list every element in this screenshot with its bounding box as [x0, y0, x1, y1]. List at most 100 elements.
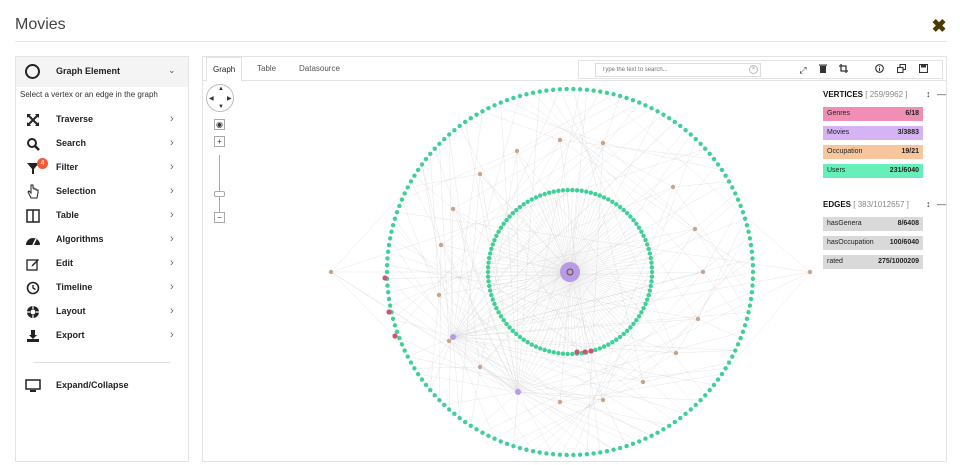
sidebar-item-algorithms[interactable]: Algorithms › [16, 229, 188, 251]
graph-edge [503, 271, 571, 321]
graph-edge [452, 336, 686, 415]
sidebar-header-graph-element[interactable]: Graph Element ⌄ [16, 57, 188, 87]
sidebar-item-timeline[interactable]: Timeline › [16, 277, 188, 299]
user-vertex [537, 89, 542, 94]
user-vertex [693, 402, 698, 408]
zoom-slider-handle[interactable] [214, 191, 225, 197]
collapse-minus-icon[interactable]: — [937, 199, 946, 209]
window-restore-icon[interactable] [895, 63, 907, 76]
pan-up-icon[interactable]: ▲ [218, 86, 224, 92]
vertices-legend-header: VERTICES [ 259/9962 ] ↕ — [823, 89, 946, 102]
search-clear-icon[interactable]: × [749, 65, 758, 74]
fit-screen-icon[interactable]: ⤢ [797, 64, 809, 76]
user-vertex [390, 316, 396, 322]
legend-row-genres[interactable]: Genres 6/18 [823, 107, 923, 121]
vertical-resize-icon[interactable]: ↕ [926, 199, 931, 209]
user-vertex [387, 303, 393, 308]
user-vertex [624, 210, 630, 216]
user-vertex [604, 449, 610, 454]
info-icon[interactable] [873, 64, 885, 76]
legend-row-hasoccupation[interactable]: hasOccupation 100/6040 [823, 236, 923, 250]
legend-row-users[interactable]: Users 231/6040 [823, 164, 923, 178]
sidebar-item-table[interactable]: Table › [16, 205, 188, 227]
graph-edge [517, 391, 554, 455]
occupation-vertex [450, 206, 456, 212]
graph-edge [430, 153, 440, 296]
zoom-reset-icon[interactable]: ◉ [214, 119, 225, 130]
user-vertex [486, 105, 491, 111]
tab-graph[interactable]: Graph [206, 57, 243, 82]
pan-down-icon[interactable]: ▼ [218, 104, 224, 110]
collapse-minus-icon[interactable]: — [937, 89, 946, 99]
sidebar-item-edit[interactable]: Edit › [16, 253, 188, 275]
user-vertex [390, 222, 396, 228]
user-vertex [489, 246, 494, 252]
vertical-resize-icon[interactable]: ↕ [926, 89, 931, 99]
chevron-right-icon: › [170, 137, 174, 149]
zoom-in-button[interactable]: + [214, 136, 225, 147]
sidebar-item-traverse[interactable]: Traverse › [16, 109, 188, 131]
user-vertex [399, 197, 405, 202]
graph-edge [516, 150, 571, 273]
sidebar-header-label: Graph Element [56, 66, 121, 76]
occupation-vertex [807, 269, 813, 275]
sidebar-item-filter[interactable]: 4 Filter › [16, 157, 188, 179]
legend-row-occupation[interactable]: Occupation 19/21 [823, 145, 923, 159]
user-vertex [611, 447, 616, 452]
occupation-vertex [328, 269, 334, 275]
sidebar-item-selection[interactable]: Selection › [16, 181, 188, 203]
sidebar-item-layout[interactable]: Layout › [16, 301, 188, 323]
pan-right-icon[interactable]: ▶ [227, 95, 232, 102]
crop-icon[interactable] [837, 64, 849, 76]
user-vertex [598, 450, 603, 455]
user-vertex [494, 233, 499, 239]
save-icon[interactable] [917, 63, 929, 76]
close-icon[interactable]: ✖ [930, 17, 948, 35]
user-vertex [742, 216, 748, 221]
user-vertex [544, 451, 549, 456]
user-vertex [423, 156, 429, 162]
user-vertex [504, 321, 509, 327]
sidebar-item-export[interactable]: Export › [16, 325, 188, 347]
user-vertex [557, 87, 563, 92]
user-vertex [711, 156, 717, 162]
legend-label: rated [827, 258, 843, 265]
legend-row-hasgenera[interactable]: hasGenera 8/6408 [823, 217, 923, 231]
tab-table[interactable]: Table [251, 57, 282, 81]
pan-left-icon[interactable]: ◀ [209, 95, 214, 102]
title-divider [15, 41, 947, 42]
user-vertex [399, 342, 405, 347]
sidebar-item-search[interactable]: Search › [16, 133, 188, 155]
user-vertex [546, 349, 552, 354]
user-vertex [707, 388, 712, 393]
pan-control[interactable]: ▲ ▼ ◀ ▶ [206, 84, 234, 112]
user-vertex [501, 317, 506, 323]
user-vertex [628, 214, 633, 219]
user-vertex [604, 90, 610, 95]
graph-edge [479, 173, 519, 393]
search-input[interactable] [595, 63, 761, 77]
user-vertex [544, 88, 549, 93]
legend-row-movies[interactable]: Movies 3/3883 [823, 126, 923, 140]
sidebar-item-expand-collapse[interactable]: Expand/Collapse [16, 375, 188, 397]
zoom-slider-track[interactable] [219, 155, 220, 215]
user-vertex [683, 127, 688, 133]
graph-panel: Graph Table Datasource × ⤢ [202, 56, 947, 462]
user-vertex [649, 260, 654, 265]
user-vertex [723, 173, 728, 178]
user-vertex [487, 288, 493, 293]
graph-edge [506, 381, 644, 445]
zoom-out-button[interactable]: − [214, 212, 225, 223]
table-columns-icon [25, 208, 41, 224]
trash-icon[interactable] [817, 64, 829, 76]
graph-edge [702, 205, 741, 273]
user-vertex [591, 451, 596, 456]
user-vertex [641, 305, 646, 311]
user-vertex [726, 360, 732, 365]
graph-edge [559, 139, 714, 160]
legend-row-rated[interactable]: rated 275/1000209 [823, 255, 923, 269]
graph-edge [602, 399, 627, 447]
tab-datasource[interactable]: Datasource [293, 57, 346, 81]
user-vertex [647, 288, 653, 293]
user-vertex [643, 103, 648, 108]
